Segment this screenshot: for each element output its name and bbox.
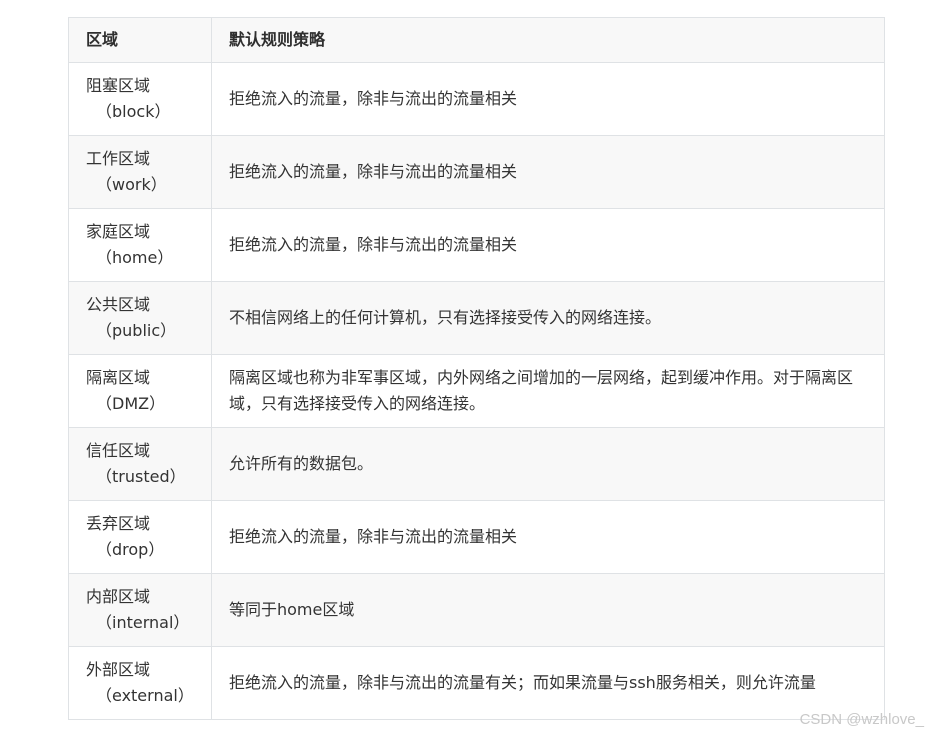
header-zone: 区域	[68, 17, 212, 63]
zone-name-en: （trusted）	[96, 467, 186, 486]
table-row: 外部区域 （external） 拒绝流入的流量，除非与流出的流量有关；而如果流量…	[68, 646, 885, 720]
csdn-watermark: CSDN @wzhlove_	[799, 711, 924, 728]
table-row: 阻塞区域 （block） 拒绝流入的流量，除非与流出的流量相关	[68, 62, 885, 136]
zone-cell: 家庭区域 （home）	[68, 208, 212, 282]
zone-name-en: （internal）	[96, 613, 190, 632]
zone-cell: 内部区域 （internal）	[68, 573, 212, 647]
zone-cell: 工作区域 （work）	[68, 135, 212, 209]
zone-name-en: （work）	[96, 175, 167, 194]
zone-name-en: （drop）	[96, 540, 165, 559]
zone-cell: 阻塞区域 （block）	[68, 62, 212, 136]
table-row: 丢弃区域 （drop） 拒绝流入的流量，除非与流出的流量相关	[68, 500, 885, 574]
zone-cell: 隔离区域 （DMZ）	[68, 354, 212, 428]
table-row: 工作区域 （work） 拒绝流入的流量，除非与流出的流量相关	[68, 135, 885, 209]
table-row: 信任区域 （trusted） 允许所有的数据包。	[68, 427, 885, 501]
zone-name-cn: 家庭区域	[86, 222, 151, 241]
policy-cell: 拒绝流入的流量，除非与流出的流量相关	[211, 500, 885, 574]
policy-cell: 拒绝流入的流量，除非与流出的流量相关	[211, 208, 885, 282]
zone-name-en: （home）	[96, 248, 174, 267]
table-row: 家庭区域 （home） 拒绝流入的流量，除非与流出的流量相关	[68, 208, 885, 282]
zone-cell: 信任区域 （trusted）	[68, 427, 212, 501]
policy-cell: 拒绝流入的流量，除非与流出的流量相关	[211, 135, 885, 209]
table-header: 区域 默认规则策略	[68, 17, 885, 63]
policy-cell: 不相信网络上的任何计算机，只有选择接受传入的网络连接。	[211, 281, 885, 355]
zone-name-en: （block）	[96, 102, 171, 121]
zone-name-cn: 隔离区域	[86, 368, 151, 387]
zone-name-cn: 信任区域	[86, 441, 151, 460]
zone-cell: 外部区域 （external）	[68, 646, 212, 720]
header-policy: 默认规则策略	[211, 17, 885, 63]
zone-name-en: （public）	[96, 321, 177, 340]
policy-cell: 等同于home区域	[211, 573, 885, 647]
policy-cell: 隔离区域也称为非军事区域，内外网络之间增加的一层网络，起到缓冲作用。对于隔离区域…	[211, 354, 885, 428]
zone-cell: 丢弃区域 （drop）	[68, 500, 212, 574]
zone-name-en: （DMZ）	[96, 394, 166, 413]
zone-name-cn: 工作区域	[86, 149, 151, 168]
policy-cell: 拒绝流入的流量，除非与流出的流量有关；而如果流量与ssh服务相关，则允许流量	[211, 646, 885, 720]
table-row: 内部区域 （internal） 等同于home区域	[68, 573, 885, 647]
zone-name-cn: 内部区域	[86, 587, 151, 606]
zone-name-cn: 阻塞区域	[86, 76, 151, 95]
firewall-zone-table: 区域 默认规则策略 阻塞区域 （block） 拒绝流入的流量，除非与流出的流量相…	[68, 17, 885, 720]
zone-name-cn: 外部区域	[86, 660, 151, 679]
policy-cell: 允许所有的数据包。	[211, 427, 885, 501]
zone-cell: 公共区域 （public）	[68, 281, 212, 355]
table-row: 隔离区域 （DMZ） 隔离区域也称为非军事区域，内外网络之间增加的一层网络，起到…	[68, 354, 885, 428]
table-body: 阻塞区域 （block） 拒绝流入的流量，除非与流出的流量相关 工作区域 （wo…	[68, 62, 885, 720]
policy-cell: 拒绝流入的流量，除非与流出的流量相关	[211, 62, 885, 136]
zone-name-en: （external）	[96, 686, 194, 705]
zone-name-cn: 公共区域	[86, 295, 151, 314]
table-row: 公共区域 （public） 不相信网络上的任何计算机，只有选择接受传入的网络连接…	[68, 281, 885, 355]
zone-name-cn: 丢弃区域	[86, 514, 151, 533]
header-row: 区域 默认规则策略	[68, 17, 885, 63]
